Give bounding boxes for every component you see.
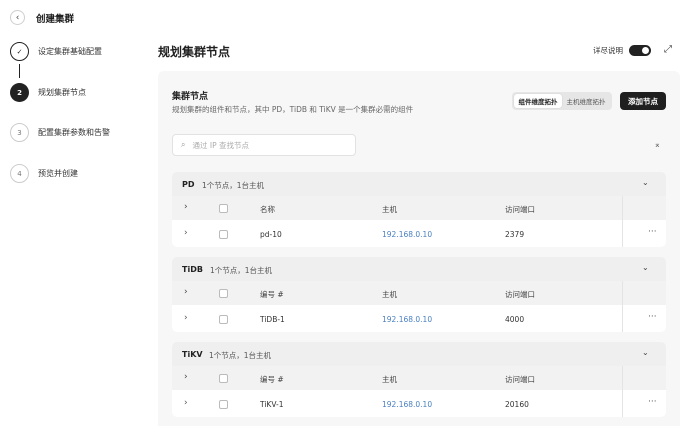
detail-toggle-label: 详尽说明	[593, 46, 623, 55]
chevron-left-icon: ‹	[15, 12, 20, 23]
table-header: › 编号 # 主机 访问端口	[172, 281, 666, 305]
row-checkbox[interactable]	[219, 230, 228, 239]
collapse-all-icon[interactable]: ⌅	[654, 140, 661, 149]
table-row[interactable]: › TiDB-1 192.168.0.10 4000 ···	[172, 305, 666, 332]
page-title: 创建集群	[36, 14, 75, 25]
step-label: 配置集群参数和告警	[38, 128, 110, 137]
check-icon: ✓	[10, 42, 29, 61]
more-icon[interactable]: ···	[648, 312, 657, 322]
wizard-steps: ✓ 设定集群基础配置 2 规划集群节点 3 配置集群参数和告警 4 预览并创建	[0, 34, 150, 426]
column-divider	[622, 196, 623, 220]
group-summary: 1个节点，1台主机	[210, 266, 273, 275]
table-header: › 名称 主机 访问端口	[172, 196, 666, 220]
column-divider	[622, 281, 623, 305]
chevron-down-icon[interactable]: ⌄	[642, 348, 649, 357]
top-bar: ‹ 创建集群	[0, 0, 690, 34]
column-header: 访问端口	[505, 375, 535, 384]
chevron-down-icon[interactable]: ⌄	[642, 263, 649, 272]
more-icon[interactable]: ···	[648, 397, 657, 407]
toggle-switch[interactable]	[629, 45, 651, 56]
group-header[interactable]: PD 1个节点，1台主机 ⌄	[172, 172, 666, 196]
group-name: TiDB	[182, 265, 203, 274]
column-divider	[622, 390, 623, 417]
tab-host-topology[interactable]: 主机维度拓扑	[562, 94, 610, 108]
panel-description: 规划集群的组件和节点，其中 PD，TiDB 和 TiKV 是一个集群必需的组件	[172, 105, 414, 114]
row-checkbox[interactable]	[219, 400, 228, 409]
node-name: pd-10	[260, 230, 282, 239]
column-header: 主机	[382, 205, 397, 214]
fullscreen-icon[interactable]: ⤢	[664, 44, 672, 55]
step-2[interactable]: 2 规划集群节点	[10, 83, 86, 102]
group-summary: 1个节点，1台主机	[209, 351, 272, 360]
group-tidb: TiDB 1个节点，1台主机 ⌄ › 编号 # 主机 访问端口 › TiDB-1…	[172, 257, 666, 332]
column-header: 编号 #	[260, 375, 284, 384]
select-all-checkbox[interactable]	[219, 374, 228, 383]
select-all-checkbox[interactable]	[219, 289, 228, 298]
column-header: 访问端口	[505, 290, 535, 299]
search-input[interactable]	[192, 140, 343, 150]
step-3[interactable]: 3 配置集群参数和告警	[10, 123, 110, 142]
column-divider	[622, 366, 623, 390]
table-header: › 编号 # 主机 访问端口	[172, 366, 666, 390]
node-port: 2379	[505, 230, 525, 239]
chevron-right-icon[interactable]: ›	[184, 287, 188, 297]
table-row[interactable]: › TiKV-1 192.168.0.10 20160 ···	[172, 390, 666, 417]
step-number: 4	[10, 164, 29, 183]
node-port: 20160	[505, 400, 529, 409]
cluster-nodes-panel: 集群节点 规划集群的组件和节点，其中 PD，TiDB 和 TiKV 是一个集群必…	[158, 71, 680, 426]
chevron-right-icon[interactable]: ›	[184, 228, 188, 238]
select-all-checkbox[interactable]	[219, 204, 228, 213]
add-node-button[interactable]: 添加节点	[620, 92, 666, 110]
detail-toggle[interactable]: 详尽说明	[593, 45, 651, 56]
search-icon: ⌕	[181, 140, 186, 149]
group-pd: PD 1个节点，1台主机 ⌄ › 名称 主机 访问端口 › pd-10 192.…	[172, 172, 666, 247]
step-4[interactable]: 4 预览并创建	[10, 164, 78, 183]
group-name: PD	[182, 180, 195, 189]
row-checkbox[interactable]	[219, 315, 228, 324]
node-host-link[interactable]: 192.168.0.10	[382, 315, 432, 324]
column-header: 主机	[382, 290, 397, 299]
step-label: 预览并创建	[38, 169, 78, 178]
chevron-right-icon[interactable]: ›	[184, 313, 188, 323]
column-header: 名称	[260, 205, 275, 214]
step-connector	[19, 64, 20, 78]
step-label: 设定集群基础配置	[38, 47, 102, 56]
group-header[interactable]: TiKV 1个节点，1台主机 ⌄	[172, 342, 666, 366]
column-divider	[622, 220, 623, 247]
group-header[interactable]: TiDB 1个节点，1台主机 ⌄	[172, 257, 666, 281]
node-name: TiKV-1	[260, 400, 284, 409]
tab-component-topology[interactable]: 组件维度拓扑	[514, 94, 562, 108]
step-number: 3	[10, 123, 29, 142]
node-host-link[interactable]: 192.168.0.10	[382, 230, 432, 239]
chevron-right-icon[interactable]: ›	[184, 398, 188, 408]
section-title: 规划集群节点	[158, 45, 231, 59]
step-label: 规划集群节点	[38, 88, 86, 97]
node-port: 4000	[505, 315, 525, 324]
step-number: 2	[10, 83, 29, 102]
panel-title: 集群节点	[172, 92, 209, 102]
table-row[interactable]: › pd-10 192.168.0.10 2379 ···	[172, 220, 666, 247]
back-button[interactable]: ‹	[10, 10, 25, 25]
chevron-down-icon[interactable]: ⌄	[642, 178, 649, 187]
column-header: 编号 #	[260, 290, 284, 299]
chevron-right-icon[interactable]: ›	[184, 202, 188, 212]
group-name: TiKV	[182, 350, 203, 359]
group-tikv: TiKV 1个节点，1台主机 ⌄ › 编号 # 主机 访问端口 › TiKV-1…	[172, 342, 666, 417]
column-header: 访问端口	[505, 205, 535, 214]
group-summary: 1个节点，1台主机	[202, 181, 265, 190]
column-header: 主机	[382, 375, 397, 384]
chevron-right-icon[interactable]: ›	[184, 372, 188, 382]
node-host-link[interactable]: 192.168.0.10	[382, 400, 432, 409]
search-box: ⌕	[172, 134, 356, 156]
view-switcher: 组件维度拓扑 主机维度拓扑	[512, 92, 612, 110]
step-1[interactable]: ✓ 设定集群基础配置	[10, 42, 102, 61]
column-divider	[622, 305, 623, 332]
more-icon[interactable]: ···	[648, 227, 657, 237]
node-name: TiDB-1	[260, 315, 285, 324]
